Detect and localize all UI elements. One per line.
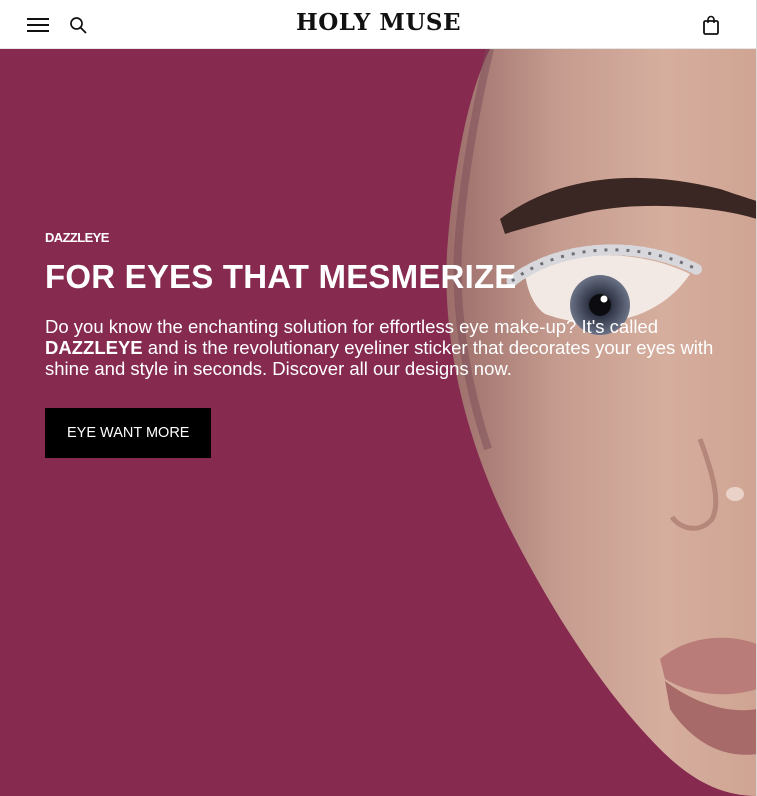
hero-description-brand: DAZZLEYE: [45, 337, 143, 359]
hero-description-rest: and is the revolutionary eyeliner sticke…: [45, 337, 714, 380]
hero-banner: DAZZLEYE FOR EYES THAT MESMERIZE Do you …: [0, 49, 757, 796]
hero-headline: FOR EYES THAT MESMERIZE: [45, 258, 517, 295]
hero-content: DAZZLEYE FOR EYES THAT MESMERIZE Do you …: [45, 230, 725, 459]
hero-description-intro: Do you know the enchanting solution for …: [45, 316, 659, 338]
shopping-bag-icon[interactable]: [702, 15, 720, 35]
brand-logo[interactable]: HOLY MUSE: [0, 9, 757, 36]
hero-description: Do you know the enchanting solution for …: [45, 316, 725, 379]
hero-eyebrow: DAZZLEYE: [45, 230, 109, 245]
site-header: HOLY MUSE: [0, 0, 757, 49]
eye-want-more-button[interactable]: EYE WANT MORE: [45, 408, 212, 459]
